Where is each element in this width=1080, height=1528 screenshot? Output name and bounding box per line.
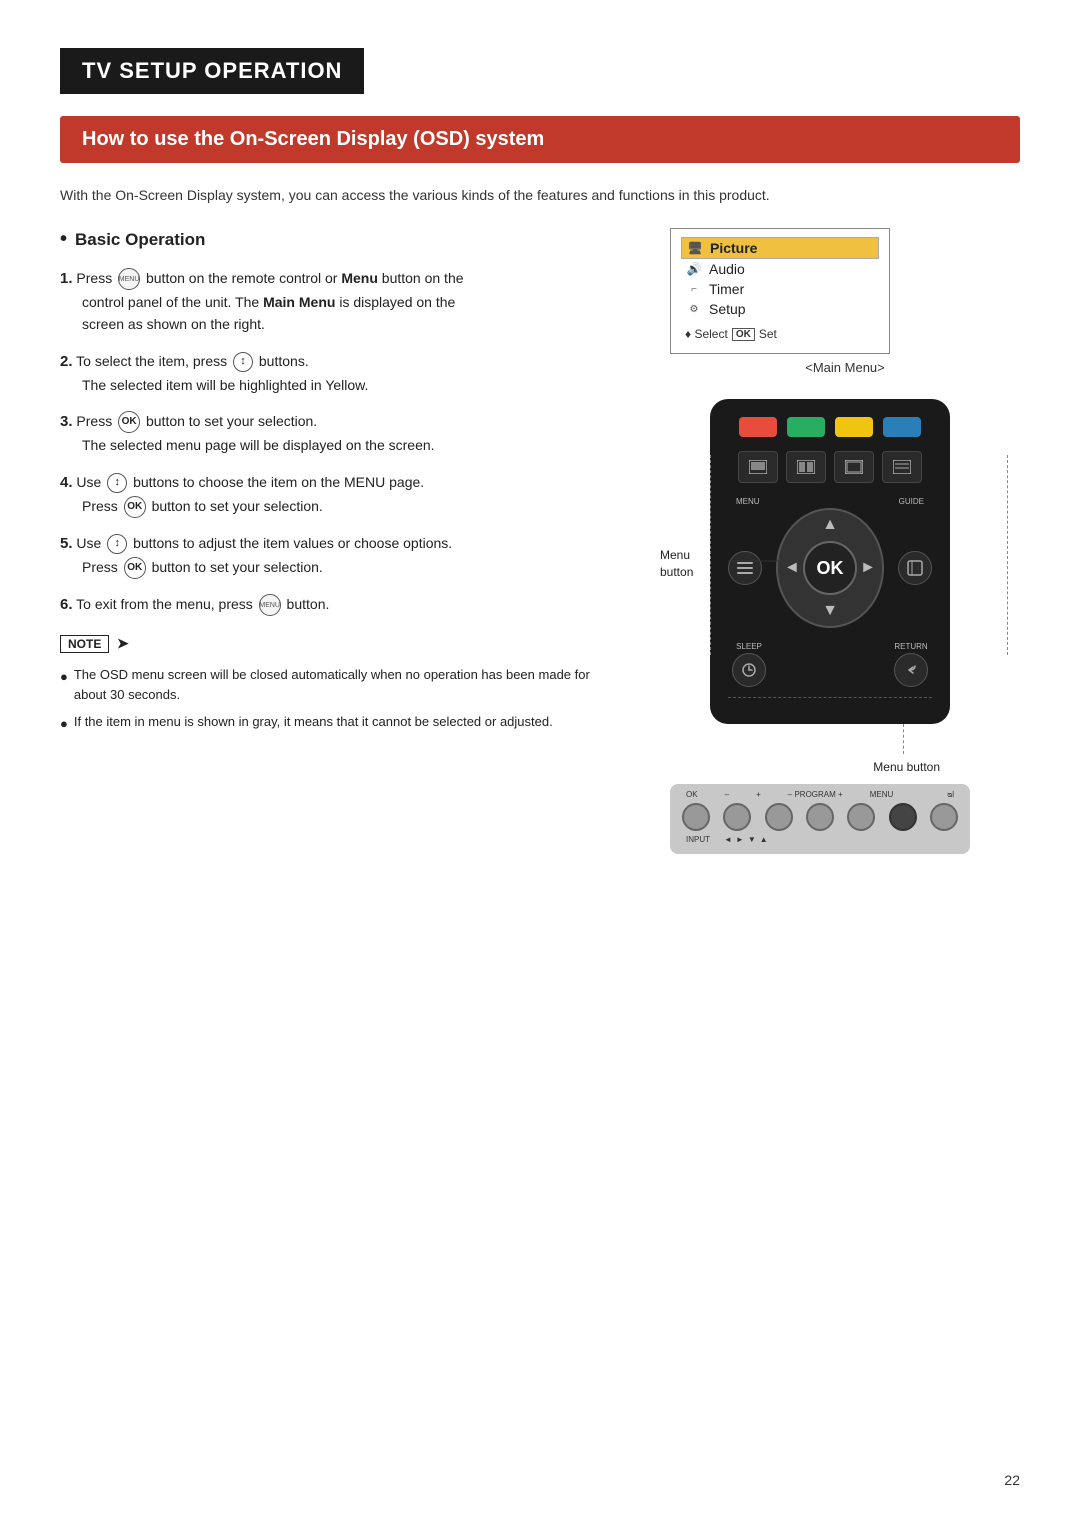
return-area: RETURN	[894, 642, 928, 687]
menu-icon-step1: MENU	[118, 268, 140, 290]
cp-labels-row: OK – + – PROGRAM + MENU ᴓl	[682, 790, 958, 799]
cp-menu-btn[interactable]	[889, 803, 917, 831]
osd-item-audio: 🔊 Audio	[685, 259, 875, 279]
cp-prog-plus-btn[interactable]	[847, 803, 875, 831]
icon-box-1[interactable]	[738, 451, 778, 483]
menu-guide-labels: MENU GUIDE	[728, 497, 932, 506]
color-buttons-row	[728, 417, 932, 437]
cp-buttons	[682, 803, 958, 831]
sleep-return-area: SLEEP RETURN	[728, 642, 932, 687]
step-4: 4. Use ↕ buttons to choose the item on t…	[60, 471, 620, 518]
red-button[interactable]	[739, 417, 777, 437]
cp-bottom-labels: INPUT ◄ ► ▼ ▲	[682, 835, 958, 844]
osd-menu-box: 🖥 Picture 🔊 Audio ⌐ Timer ⚙	[670, 228, 890, 354]
osd-item-timer: ⌐ Timer	[685, 279, 875, 299]
blue-button[interactable]	[883, 417, 921, 437]
right-bracket-line	[1007, 455, 1008, 655]
cp-power-btn[interactable]	[930, 803, 958, 831]
updown-icon-step2: ↕	[233, 352, 253, 372]
step-1: 1. Press MENU button on the remote contr…	[60, 267, 620, 336]
step-6: 6. To exit from the menu, press MENU but…	[60, 593, 620, 617]
updown-icon-step4: ↕	[107, 473, 127, 493]
page-number: 22	[1004, 1472, 1020, 1488]
icon-box-4[interactable]	[882, 451, 922, 483]
control-panel: OK – + – PROGRAM + MENU ᴓl	[670, 784, 970, 854]
left-bracket-line	[710, 455, 711, 655]
menu-icon-step6: MENU	[259, 594, 281, 616]
ok-icon-step5: OK	[124, 557, 146, 579]
ok-icon-step3: OK	[118, 411, 140, 433]
note-item-2: ● If the item in menu is shown in gray, …	[60, 712, 620, 734]
osd-footer: ♦ Select OK Set	[685, 327, 875, 341]
section-heading: Basic Operation	[60, 228, 620, 251]
step-5: 5. Use ↕ buttons to adjust the item valu…	[60, 532, 620, 579]
note-label: NOTE	[60, 635, 109, 653]
guide-button[interactable]	[898, 551, 932, 585]
menu-button-bottom-area: Menu button	[710, 724, 950, 774]
cp-plus-btn[interactable]	[765, 803, 793, 831]
return-button[interactable]	[894, 653, 928, 687]
menu-button-annotation: Menubutton	[660, 547, 693, 581]
menu-button-label: Menu button	[710, 760, 950, 774]
note-section: NOTE ➤ ● The OSD menu screen will be clo…	[60, 635, 620, 734]
cp-prog-minus-btn[interactable]	[806, 803, 834, 831]
main-menu-label: <Main Menu>	[670, 360, 1020, 375]
cp-minus-btn[interactable]	[723, 803, 751, 831]
sleep-button[interactable]	[732, 653, 766, 687]
note-item-1: ● The OSD menu screen will be closed aut…	[60, 665, 620, 704]
osd-item-setup: ⚙ Setup	[685, 299, 875, 319]
intro-text: With the On-Screen Display system, you c…	[60, 185, 1020, 206]
dpad-up[interactable]: ▲	[822, 516, 838, 534]
sleep-area: SLEEP	[732, 642, 766, 687]
tv-setup-banner: TV SETUP OPERATION	[60, 48, 364, 94]
step-3: 3. Press OK button to set your selection…	[60, 410, 620, 456]
icon-box-3[interactable]	[834, 451, 874, 483]
remote-divider	[728, 697, 932, 698]
icon-row	[728, 451, 932, 483]
icon-box-2[interactable]	[786, 451, 826, 483]
updown-icon-step5: ↕	[107, 534, 127, 554]
osd-item-picture: 🖥 Picture	[681, 237, 879, 259]
dpad-right[interactable]: ►	[860, 559, 876, 577]
yellow-button[interactable]	[835, 417, 873, 437]
cp-ok-btn[interactable]	[682, 803, 710, 831]
how-to-heading: How to use the On-Screen Display (OSD) s…	[60, 116, 1020, 163]
guide-btn-right	[898, 551, 932, 585]
menu-arrow-line	[903, 724, 904, 754]
step-2: 2. To select the item, press ↕ buttons. …	[60, 350, 620, 396]
osd-menu-container: 🖥 Picture 🔊 Audio ⌐ Timer ⚙	[650, 228, 1020, 375]
ok-icon-step4: OK	[124, 496, 146, 518]
green-button[interactable]	[787, 417, 825, 437]
dpad-down[interactable]: ▼	[822, 602, 838, 620]
